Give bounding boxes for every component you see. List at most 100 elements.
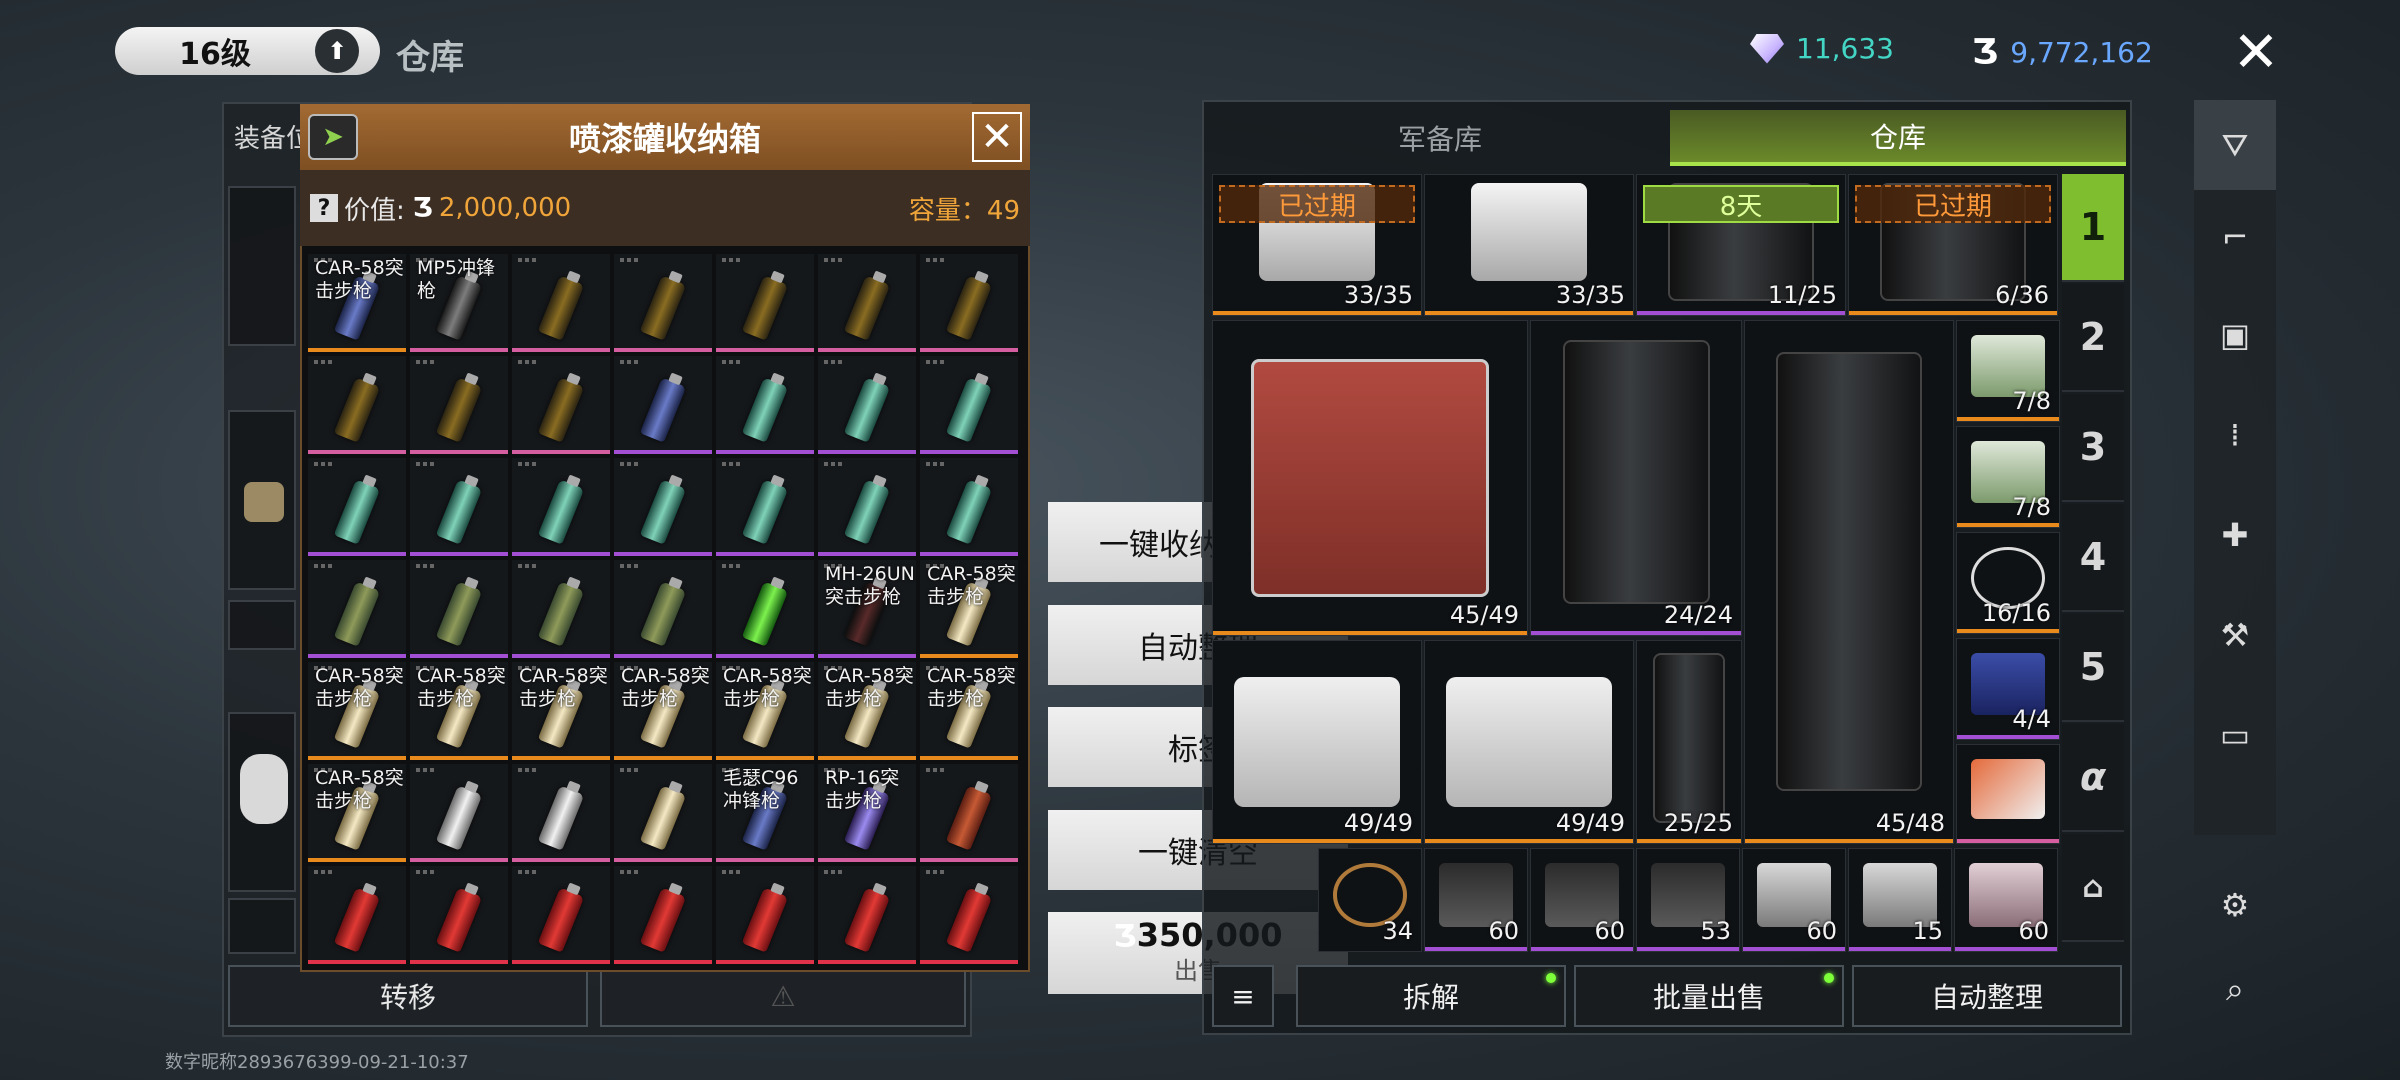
- spray-can-item[interactable]: [614, 254, 712, 352]
- spray-can-item[interactable]: [818, 866, 916, 964]
- metal-bar-item[interactable]: 60: [1954, 848, 2058, 952]
- medical-box-item[interactable]: 45/49: [1212, 320, 1528, 636]
- spray-can-item[interactable]: [716, 560, 814, 658]
- spray-can-item[interactable]: MH-26UN突击步枪: [818, 560, 916, 658]
- storage-box-item[interactable]: 已过期 6/36: [1848, 174, 2058, 316]
- question-icon[interactable]: ?: [310, 194, 338, 222]
- large-case-item[interactable]: 45/48: [1744, 320, 1954, 844]
- spray-can-item[interactable]: MP5冲锋枪: [410, 254, 508, 352]
- level-pill[interactable]: 16级 ⬆: [115, 27, 380, 75]
- spray-can-item[interactable]: CAR-58突击步枪: [920, 560, 1018, 658]
- spray-can-item[interactable]: [920, 356, 1018, 454]
- spray-can-item[interactable]: [614, 356, 712, 454]
- pistol-icon[interactable]: ⌐: [2194, 192, 2276, 282]
- spray-can-item[interactable]: [512, 866, 610, 964]
- metal-bar-item[interactable]: 15: [1848, 848, 1952, 952]
- equipment-slot[interactable]: [228, 898, 296, 954]
- tab-armory[interactable]: 军备库: [1210, 110, 1670, 166]
- spray-can-item[interactable]: [308, 560, 406, 658]
- warehouse-page-tab[interactable]: α: [2062, 724, 2124, 832]
- camo-kit-item[interactable]: 7/8: [1956, 426, 2060, 528]
- spray-can-item[interactable]: [512, 764, 610, 862]
- case-icon[interactable]: ▭: [2194, 690, 2276, 780]
- chat-send-icon[interactable]: ➤: [308, 114, 358, 160]
- spray-can-item[interactable]: 毛瑟C96冲锋枪: [716, 764, 814, 862]
- spray-can-item[interactable]: [818, 254, 916, 352]
- storage-box-item[interactable]: 49/49: [1212, 640, 1422, 844]
- spray-can-item[interactable]: [512, 458, 610, 556]
- spray-can-item[interactable]: [920, 458, 1018, 556]
- wire-item[interactable]: 34: [1318, 848, 1422, 952]
- spray-can-item[interactable]: [308, 356, 406, 454]
- bulk-sell-button[interactable]: 批量出售: [1574, 965, 1844, 1027]
- spray-can-item[interactable]: [410, 356, 508, 454]
- tab-warehouse[interactable]: 仓库: [1670, 110, 2126, 166]
- warehouse-page-tab[interactable]: 3: [2062, 394, 2124, 502]
- spray-can-item[interactable]: [716, 254, 814, 352]
- storage-box-item[interactable]: 已过期 33/35: [1212, 174, 1422, 316]
- phone-case-item[interactable]: 25/25: [1636, 640, 1742, 844]
- spray-can-item[interactable]: [716, 866, 814, 964]
- auto-sort-button[interactable]: 自动整理: [1852, 965, 2122, 1027]
- hammer-icon[interactable]: ⚒: [2194, 590, 2276, 680]
- battery-item[interactable]: 60: [1424, 848, 1528, 952]
- spray-can-item[interactable]: [614, 764, 712, 862]
- popup-close-button[interactable]: ✕: [972, 112, 1022, 162]
- spray-can-item[interactable]: [920, 866, 1018, 964]
- close-icon[interactable]: ✕: [2228, 25, 2284, 81]
- equipment-slot[interactable]: [228, 186, 296, 346]
- spray-can-item[interactable]: [512, 560, 610, 658]
- equipment-slot[interactable]: [228, 410, 296, 590]
- filter-icon[interactable]: ⛛: [2194, 100, 2276, 190]
- search-icon[interactable]: ⌕: [2194, 944, 2276, 1034]
- spray-can-item[interactable]: CAR-58突击步枪: [308, 764, 406, 862]
- spray-can-item[interactable]: RP-16突击步枪: [818, 764, 916, 862]
- settings-gear-icon[interactable]: ⚙: [2194, 860, 2276, 950]
- spray-can-item[interactable]: [920, 764, 1018, 862]
- spray-can-item[interactable]: CAR-58突击步枪: [308, 662, 406, 760]
- spray-can-item[interactable]: CAR-58突击步枪: [410, 662, 508, 760]
- battery-item[interactable]: 53: [1636, 848, 1740, 952]
- spray-can-item[interactable]: [614, 560, 712, 658]
- spray-can-item[interactable]: [512, 254, 610, 352]
- gem-currency[interactable]: 11,633: [1750, 32, 1894, 65]
- spray-can-item[interactable]: [716, 458, 814, 556]
- warehouse-page-tab[interactable]: 1: [2062, 174, 2124, 282]
- spray-can-item[interactable]: [512, 356, 610, 454]
- spray-can-item[interactable]: [818, 458, 916, 556]
- coin-currency[interactable]: Ӡ 9,772,162: [1972, 32, 2153, 72]
- spray-can-item[interactable]: [410, 458, 508, 556]
- spray-can-item[interactable]: CAR-58突击步枪: [818, 662, 916, 760]
- equipment-slot[interactable]: [228, 600, 296, 650]
- camo-kit-item[interactable]: 7/8: [1956, 320, 2060, 422]
- spray-can-item[interactable]: CAR-58突击步枪: [920, 662, 1018, 760]
- list-menu-icon[interactable]: ≡: [1212, 965, 1274, 1027]
- spray-can-item[interactable]: CAR-58突击步枪: [308, 254, 406, 352]
- storage-box-item[interactable]: 8天 11/25: [1636, 174, 1846, 316]
- keyring-item[interactable]: 16/16: [1956, 532, 2060, 634]
- level-up-icon[interactable]: ⬆: [315, 29, 359, 73]
- storage-box-item[interactable]: 33/35: [1424, 174, 1634, 316]
- spray-can-item[interactable]: CAR-58突击步枪: [512, 662, 610, 760]
- weapon-case-item[interactable]: 24/24: [1530, 320, 1742, 636]
- spray-can-item[interactable]: [818, 356, 916, 454]
- backpack-icon[interactable]: ▣: [2194, 290, 2276, 380]
- ammo-icon[interactable]: ⁞: [2194, 390, 2276, 480]
- spray-can-item[interactable]: [716, 356, 814, 454]
- home-storage-icon[interactable]: ⌂: [2062, 834, 2124, 942]
- pouch-item[interactable]: 4/4: [1956, 638, 2060, 740]
- spray-can-item[interactable]: [308, 866, 406, 964]
- warehouse-page-tab[interactable]: 2: [2062, 284, 2124, 392]
- battery-item[interactable]: 60: [1530, 848, 1634, 952]
- tool-item[interactable]: [1956, 744, 2060, 844]
- spray-can-item[interactable]: [308, 458, 406, 556]
- medkit-icon[interactable]: ✚: [2194, 490, 2276, 580]
- storage-box-item[interactable]: 49/49: [1424, 640, 1634, 844]
- warehouse-page-tab[interactable]: 5: [2062, 614, 2124, 722]
- transfer-button[interactable]: 转移: [228, 965, 588, 1027]
- spray-can-item[interactable]: [614, 458, 712, 556]
- spray-can-item[interactable]: CAR-58突击步枪: [716, 662, 814, 760]
- equipment-slot[interactable]: [228, 712, 296, 892]
- spray-can-item[interactable]: [410, 866, 508, 964]
- dismantle-button[interactable]: 拆解: [1296, 965, 1566, 1027]
